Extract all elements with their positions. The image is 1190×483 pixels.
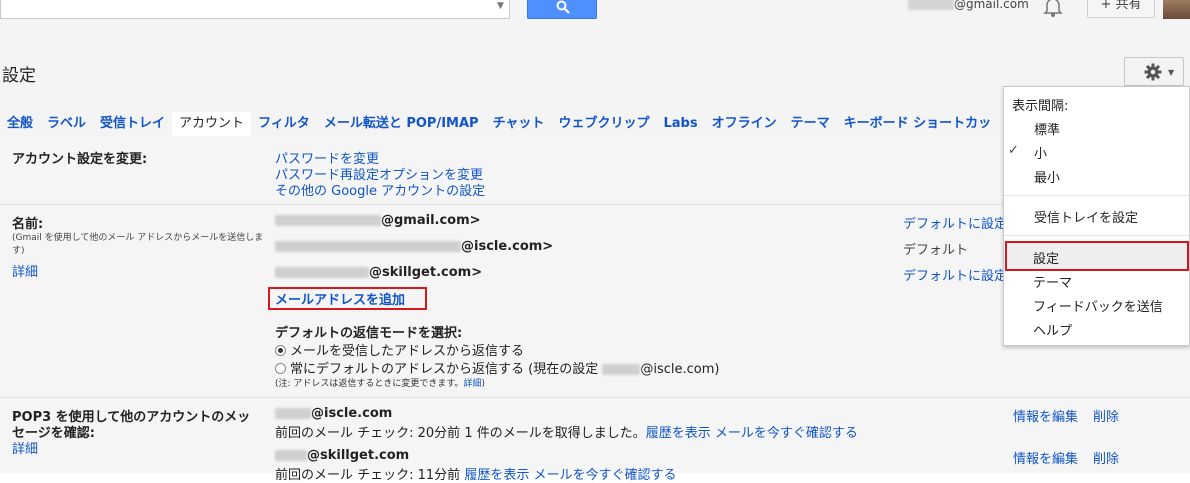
reply-option-default-address[interactable]: 常にデフォルトのアドレスから返信する (現在の設定 @iscle.com)	[275, 358, 719, 377]
menu-divider	[1004, 235, 1189, 236]
gear-icon	[1144, 63, 1162, 81]
tab-inbox[interactable]: 受信トレイ	[93, 112, 172, 136]
send-feedback-menu-item[interactable]: フィードバックを送信	[1033, 296, 1163, 315]
account-email[interactable]: @gmail.com	[908, 0, 1029, 11]
settings-gear-button[interactable]: ▼	[1124, 57, 1184, 86]
page-title: 設定	[2, 66, 36, 86]
reply-note: (注: アドレスは返信するときに変更できます。詳細)	[275, 379, 486, 389]
tab-labs[interactable]: Labs	[656, 112, 704, 136]
tab-chat[interactable]: チャット	[486, 112, 552, 136]
density-comfortable[interactable]: 標準	[1034, 119, 1190, 138]
edit-info-link-1[interactable]: 情報を編集	[1013, 406, 1078, 425]
pop3-account-1-status: 前回のメール チェック: 20分前 1 件のメールを取得しました。履歴を表示 メ…	[275, 426, 858, 441]
tab-themes[interactable]: テーマ	[784, 112, 837, 136]
delete-link-2[interactable]: 削除	[1093, 448, 1119, 467]
tab-web-clips[interactable]: ウェブクリップ	[551, 112, 656, 136]
menu-divider	[1004, 195, 1189, 196]
tab-general[interactable]: 全般	[0, 112, 40, 136]
send-as-address-2: @iscle.com>	[275, 239, 553, 254]
share-button[interactable]: + 共有	[1087, 0, 1155, 18]
name-hint: (Gmail を使用して他のメール アドレスからメールを送信します)	[12, 233, 264, 256]
settings-menu-item[interactable]: 設定	[1033, 248, 1059, 267]
help-menu-item[interactable]: ヘルプ	[1033, 320, 1072, 339]
account-settings-label: アカウント設定を変更:	[12, 152, 148, 167]
configure-inbox-item[interactable]: 受信トレイを設定	[1034, 207, 1190, 226]
settings-tabs: 全般 ラベル 受信トレイ アカウント フィルタ メール転送と POP/IMAP …	[0, 112, 998, 136]
other-google-account-settings-link[interactable]: その他の Google アカウントの設定	[275, 180, 485, 199]
avatar[interactable]	[1163, 0, 1190, 19]
pop3-account-1: @iscle.com	[275, 406, 392, 421]
pop3-account-2: @skillget.com	[275, 448, 409, 463]
search-input[interactable]	[0, 0, 510, 19]
pop3-account-2-status: 前回のメール チェック: 11分前 履歴を表示 メールを今すぐ確認する	[275, 468, 677, 483]
make-default-link-1[interactable]: デフォルトに設定	[903, 213, 1007, 232]
edit-info-link-2[interactable]: 情報を編集	[1013, 448, 1078, 467]
check-icon: ✓	[1008, 143, 1019, 158]
view-history-link[interactable]: 履歴を表示	[646, 426, 711, 441]
notifications-bell-icon[interactable]	[1043, 0, 1063, 18]
make-default-link-3[interactable]: デフォルトに設定	[903, 265, 1007, 284]
send-as-address-3: @skillget.com>	[275, 265, 482, 280]
name-detail-link[interactable]: 詳細	[12, 261, 38, 280]
tab-accounts[interactable]: アカウント	[172, 112, 252, 136]
row-divider	[0, 397, 1190, 398]
radio-unselected[interactable]	[275, 363, 286, 374]
send-as-address-1: @gmail.com>	[275, 213, 481, 228]
tab-forwarding-pop-imap[interactable]: メール転送と POP/IMAP	[317, 112, 486, 136]
density-compact[interactable]: 最小	[1034, 167, 1190, 186]
search-icon	[556, 0, 570, 14]
tab-offline[interactable]: オフライン	[705, 112, 784, 136]
name-label: 名前:	[12, 217, 44, 232]
reply-option-received-address[interactable]: メールを受信したアドレスから返信する	[275, 340, 524, 359]
tab-labels[interactable]: ラベル	[40, 112, 93, 136]
tab-keyboard-shortcuts[interactable]: キーボード ショートカッ	[837, 112, 999, 136]
tab-filters[interactable]: フィルタ	[251, 112, 317, 136]
reply-note-detail-link[interactable]: 詳細	[464, 379, 482, 389]
check-mail-now-link[interactable]: メールを今すぐ確認する	[715, 426, 858, 441]
search-options-chevron-icon[interactable]: ▼	[497, 2, 505, 11]
density-label: 表示間隔:	[1012, 99, 1069, 114]
search-button[interactable]	[527, 0, 597, 19]
add-email-address-link[interactable]: メールアドレスを追加	[275, 289, 405, 308]
density-cozy[interactable]: 小	[1034, 143, 1190, 162]
radio-selected[interactable]	[275, 345, 286, 356]
delete-link-1[interactable]: 削除	[1093, 406, 1119, 425]
check-mail-now-link-2[interactable]: メールを今すぐ確認する	[533, 468, 676, 483]
pop3-detail-link[interactable]: 詳細	[12, 438, 38, 457]
view-history-link-2[interactable]: 履歴を表示	[464, 468, 529, 483]
default-label: デフォルト	[903, 243, 969, 258]
reply-mode-label: デフォルトの返信モードを選択:	[275, 326, 463, 341]
themes-menu-item[interactable]: テーマ	[1033, 272, 1072, 291]
chevron-down-icon: ▼	[1168, 68, 1175, 77]
